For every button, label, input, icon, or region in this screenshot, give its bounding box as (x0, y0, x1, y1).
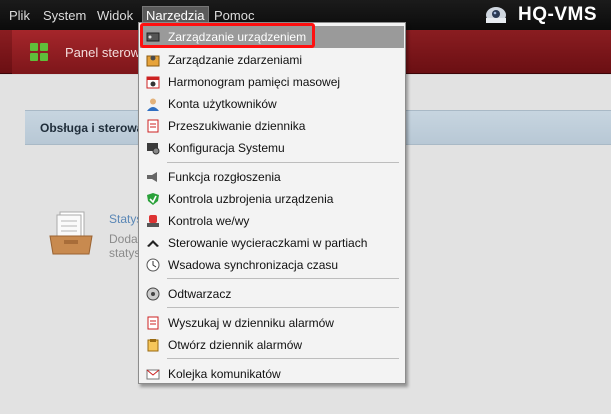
section-title: Obsługa i sterowa (40, 121, 144, 135)
menu-item-label: Kontrola we/wy (168, 214, 250, 228)
control-panel-icon (30, 43, 48, 61)
broadcast-icon (145, 169, 161, 185)
menu-item-player[interactable]: Odtwarzacz (140, 283, 404, 305)
menu-item-alarm-log-search[interactable]: Wyszukaj w dzienniku alarmów (140, 312, 404, 334)
alarm-log-open-icon (145, 337, 161, 353)
menu-item-label: Konfiguracja Systemu (168, 141, 285, 155)
menu-item-arming-control[interactable]: Kontrola uzbrojenia urządzenia (140, 188, 404, 210)
event-manage-icon (145, 52, 161, 68)
menu-item-label: Harmonogram pamięci masowej (168, 75, 341, 89)
menu-item-label: Funkcja rozgłoszenia (168, 170, 281, 184)
brand: HQ-VMS (482, 3, 597, 27)
menu-item-label: Sterowanie wycieraczkami w partiach (168, 236, 368, 250)
menu-item-label: Konta użytkowników (168, 97, 277, 111)
menu-item-label: Odtwarzacz (168, 287, 232, 301)
menu-item-io-control[interactable]: Kontrola we/wy (140, 210, 404, 232)
menu-item-label: Przeszukiwanie dziennika (168, 119, 306, 133)
menu-item-message-queue[interactable]: Kolejka komunikatów (140, 363, 404, 385)
menu-item-user-accounts[interactable]: Konta użytkowników (140, 93, 404, 115)
menu-item-time-sync[interactable]: Wsadowa synchronizacja czasu (140, 254, 404, 276)
user-accounts-icon (145, 96, 161, 112)
message-queue-icon (145, 366, 161, 382)
alarm-log-search-icon (145, 315, 161, 331)
camera-logo-icon (486, 7, 506, 23)
tab-label: Panel sterowa (65, 44, 148, 60)
menu-item-label: Otwórz dziennik alarmów (168, 338, 303, 352)
menu-item-label: Kontrola uzbrojenia urządzenia (168, 192, 334, 206)
statistics-tray-icon (49, 211, 93, 255)
wiper-control-icon (145, 235, 161, 251)
menu-item-broadcast[interactable]: Funkcja rozgłoszenia (140, 166, 404, 188)
menu-item-label: Kolejka komunikatów (168, 367, 281, 381)
app-title: HQ-VMS (518, 4, 597, 25)
tools-dropdown-menu: Zarządzanie urządzeniem Zarządzanie zdar… (138, 22, 406, 384)
menu-item-storage-schedule[interactable]: Harmonogram pamięci masowej (140, 71, 404, 93)
system-config-icon (145, 140, 161, 156)
menu-item-label: Zarządzanie zdarzeniami (168, 53, 303, 67)
highlight-box (140, 23, 315, 48)
menu-item-wiper-control[interactable]: Sterowanie wycieraczkami w partiach (140, 232, 404, 254)
menu-item-event-management[interactable]: Zarządzanie zdarzeniami (140, 49, 404, 71)
menu-widok[interactable]: Widok (94, 7, 136, 25)
menu-separator (167, 307, 399, 308)
io-control-icon (145, 213, 161, 229)
menu-plik[interactable]: Plik (6, 7, 33, 25)
menu-item-log-search[interactable]: Przeszukiwanie dziennika (140, 115, 404, 137)
log-search-icon (145, 118, 161, 134)
menu-item-label: Wyszukaj w dzienniku alarmów (168, 316, 334, 330)
arming-control-icon (145, 191, 161, 207)
menu-separator (167, 358, 399, 359)
menu-item-system-config[interactable]: Konfiguracja Systemu (140, 137, 404, 159)
menu-item-alarm-log-open[interactable]: Otwórz dziennik alarmów (140, 334, 404, 356)
menu-system[interactable]: System (40, 7, 89, 25)
menu-separator (167, 278, 399, 279)
menu-separator (167, 162, 399, 163)
time-sync-icon (145, 257, 161, 273)
storage-schedule-icon (145, 74, 161, 90)
player-icon (145, 286, 161, 302)
menu-item-label: Wsadowa synchronizacja czasu (168, 258, 339, 272)
